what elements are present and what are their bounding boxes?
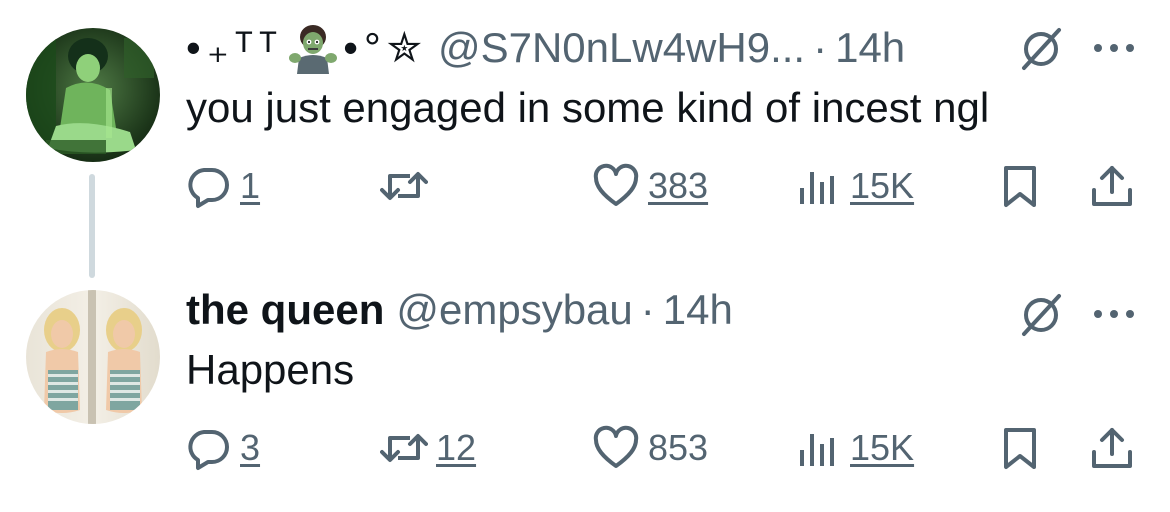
handle[interactable]: @S7N0nLw4wH9...: [438, 22, 805, 74]
timestamp[interactable]: 14h: [835, 22, 905, 74]
view-count[interactable]: 15K: [850, 427, 914, 469]
share-icon: [1092, 428, 1132, 468]
timestamp[interactable]: 14h: [663, 284, 733, 336]
tweet-header: • ₊ ᵀᵀ • °✮ @S7N0nLw4wH9... · 14h: [186, 22, 905, 74]
retweet-button[interactable]: [380, 156, 436, 216]
views-icon: [800, 172, 834, 204]
retweet-icon: [380, 434, 428, 462]
display-name-part: •: [343, 24, 364, 71]
share-button[interactable]: [1088, 156, 1136, 216]
avatar[interactable]: [26, 28, 160, 162]
reply-icon: [188, 168, 229, 208]
more-icon[interactable]: [1090, 38, 1138, 58]
action-bar: 3 12 853 15K: [0, 418, 1170, 478]
like-count[interactable]: 853: [648, 427, 708, 469]
reply-button[interactable]: 3: [184, 418, 260, 478]
zombie-emoji: [287, 22, 339, 74]
separator-dot: ·: [813, 24, 828, 71]
views-button[interactable]: 15K: [794, 156, 914, 216]
bookmark-icon: [1004, 166, 1036, 207]
share-icon: [1092, 166, 1132, 206]
views-icon: [800, 434, 834, 466]
view-count[interactable]: 15K: [850, 165, 914, 207]
bookmark-button[interactable]: [996, 156, 1044, 216]
display-name[interactable]: • ₊ ᵀᵀ • °✮: [186, 22, 428, 74]
separator-dot: ·: [640, 286, 655, 333]
conversation-thread: • ₊ ᵀᵀ • °✮ @S7N0nLw4wH9... · 14h you ju…: [0, 0, 1170, 512]
bookmark-button[interactable]: [996, 418, 1044, 478]
bookmark-icon: [1004, 428, 1036, 469]
like-count[interactable]: 383: [648, 165, 708, 207]
share-button[interactable]: [1088, 418, 1136, 478]
tweet[interactable]: the queen @empsybau · 14h Happens 3 12 8…: [0, 270, 1170, 512]
reply-button[interactable]: 1: [184, 156, 260, 216]
grok-icon[interactable]: [1016, 24, 1066, 74]
like-icon: [593, 163, 639, 206]
reply-count[interactable]: 1: [240, 165, 260, 207]
retweet-button[interactable]: 12: [380, 418, 476, 478]
display-name[interactable]: the queen: [186, 284, 384, 336]
handle[interactable]: @empsybau: [396, 284, 632, 336]
action-bar: 1 383 15K: [0, 156, 1170, 216]
avatar[interactable]: [26, 290, 160, 424]
grok-icon[interactable]: [1016, 290, 1066, 340]
display-name-part: •: [186, 24, 207, 71]
views-button[interactable]: 15K: [794, 418, 914, 478]
like-button[interactable]: 853: [592, 418, 708, 478]
tweet-text: Happens: [186, 346, 355, 393]
display-name-part: ₊: [206, 24, 235, 71]
display-name-part: ᵀᵀ: [234, 24, 284, 71]
retweet-icon: [380, 172, 428, 200]
tweet[interactable]: • ₊ ᵀᵀ • °✮ @S7N0nLw4wH9... · 14h you ju…: [0, 0, 1170, 278]
tweet-header: the queen @empsybau · 14h: [186, 284, 733, 336]
retweet-count[interactable]: 12: [436, 427, 476, 469]
avatar-image: [26, 28, 160, 162]
display-name-part: °✮: [363, 24, 428, 71]
more-icon[interactable]: [1090, 304, 1138, 324]
tweet-text: you just engaged in some kind of incest …: [186, 84, 990, 131]
like-icon: [593, 425, 639, 468]
reply-icon: [188, 430, 229, 470]
like-button[interactable]: 383: [592, 156, 708, 216]
avatar-image: [26, 290, 160, 424]
reply-count[interactable]: 3: [240, 427, 260, 469]
